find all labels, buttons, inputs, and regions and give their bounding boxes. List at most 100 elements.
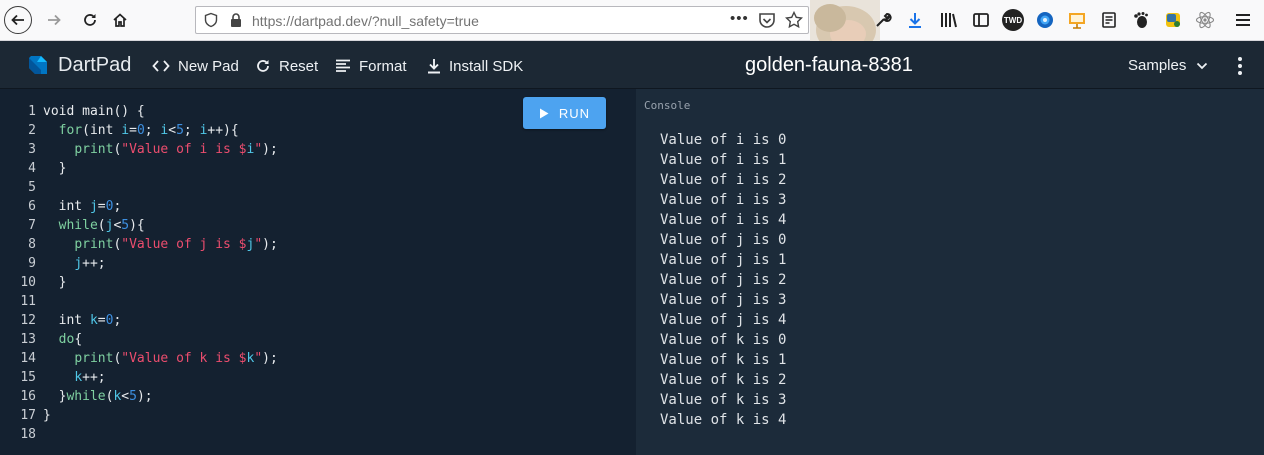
- code-token: }: [43, 408, 51, 423]
- install-sdk-button[interactable]: Install SDK: [427, 56, 523, 76]
- code-token: k: [74, 370, 83, 385]
- code-token: int: [43, 199, 90, 214]
- code-line[interactable]: 7 while(j<5){: [0, 216, 636, 235]
- new-pad-button[interactable]: New Pad: [152, 56, 239, 76]
- code-token: 0: [136, 123, 145, 138]
- code-line[interactable]: 2 for(int i=0; i<5; i++){: [0, 121, 636, 140]
- code-text: k++;: [43, 368, 105, 387]
- code-token: =: [129, 123, 137, 138]
- twd-extension-icon[interactable]: TWD: [1002, 9, 1024, 31]
- browser-theme-image: [810, 0, 880, 41]
- shield-icon[interactable]: [203, 12, 219, 33]
- hamburger-menu-icon[interactable]: [1232, 9, 1254, 31]
- home-button[interactable]: [106, 6, 134, 34]
- code-line[interactable]: 3 print("Value of i is $i");: [0, 140, 636, 159]
- code-token: "Value of i is $: [121, 142, 247, 157]
- code-line[interactable]: 16 }while(k<5);: [0, 387, 636, 406]
- react-devtools-icon[interactable]: [1194, 9, 1216, 31]
- python-extension-icon[interactable]: [1162, 9, 1184, 31]
- globe-extension-icon[interactable]: [1034, 9, 1056, 31]
- code-line[interactable]: 12 int k=0;: [0, 311, 636, 330]
- code-editor[interactable]: RUN 1 void main() {2 for(int i=0; i<5; i+…: [0, 89, 636, 455]
- gnome-foot-icon[interactable]: [1130, 9, 1152, 31]
- console-output-line: Value of j is 1: [660, 252, 787, 268]
- code-text: for(int i=0; i<5; i++){: [43, 121, 239, 140]
- code-token: ;: [113, 313, 122, 328]
- code-token: j: [74, 256, 83, 271]
- code-line[interactable]: 17}: [0, 406, 636, 425]
- format-button[interactable]: Format: [335, 56, 407, 76]
- code-token: "Value of k is $: [121, 351, 247, 366]
- code-line[interactable]: 15 k++;: [0, 368, 636, 387]
- reload-button[interactable]: [76, 6, 104, 34]
- console-output-line: Value of i is 2: [660, 172, 787, 188]
- code-line[interactable]: 9 j++;: [0, 254, 636, 273]
- code-line[interactable]: 1 void main() {: [0, 102, 636, 121]
- line-number: 12: [20, 313, 36, 328]
- code-token: 5: [176, 123, 184, 138]
- code-line[interactable]: 8 print("Value of j is $j");: [0, 235, 636, 254]
- code-text: print("Value of i is $i");: [43, 140, 278, 159]
- code-text: while(j<5){: [43, 216, 145, 235]
- code-line[interactable]: 10 }: [0, 273, 636, 292]
- code-brackets-icon: [152, 60, 170, 72]
- download-icon[interactable]: [904, 9, 926, 31]
- notes-icon[interactable]: [1098, 9, 1120, 31]
- console-output-line: Value of k is 3: [660, 392, 787, 408]
- code-token: for: [58, 123, 83, 138]
- more-vert-icon[interactable]: [1232, 55, 1248, 77]
- console-output-line: Value of k is 1: [660, 352, 787, 368]
- code-text: }: [43, 159, 67, 178]
- back-button[interactable]: [4, 6, 32, 34]
- forward-button[interactable]: [40, 6, 68, 34]
- arrow-right-icon: [48, 14, 61, 26]
- format-label: Format: [359, 57, 407, 75]
- console-title: Console: [644, 99, 691, 112]
- line-number: 10: [20, 275, 36, 290]
- pocket-icon[interactable]: [758, 12, 776, 34]
- code-token: }: [43, 161, 67, 176]
- arrow-left-icon: [11, 14, 24, 26]
- lock-icon[interactable]: [229, 12, 243, 33]
- code-line[interactable]: 13 do{: [0, 330, 636, 349]
- library-icon[interactable]: [938, 9, 960, 31]
- bookmark-star-icon[interactable]: [784, 10, 804, 34]
- pad-title: golden-fauna-8381: [745, 54, 913, 76]
- code-token: );: [262, 351, 278, 366]
- code-token: );: [262, 237, 278, 252]
- code-token: (int: [82, 123, 122, 138]
- code-line[interactable]: 18: [0, 425, 636, 444]
- code-token: );: [262, 142, 278, 157]
- line-number: 14: [20, 351, 36, 366]
- code-token: j: [89, 199, 98, 214]
- browser-toolbar: https://dartpad.dev/?null_safety=true ••…: [0, 0, 1264, 41]
- wrench-icon[interactable]: [872, 9, 894, 31]
- console-output-line: Value of i is 0: [660, 132, 787, 148]
- code-token: void main() {: [43, 104, 145, 119]
- code-line[interactable]: 14 print("Value of k is $k");: [0, 349, 636, 368]
- code-line[interactable]: 4 }: [0, 159, 636, 178]
- url-text[interactable]: https://dartpad.dev/?null_safety=true: [252, 13, 479, 29]
- sidebar-icon[interactable]: [970, 9, 992, 31]
- code-token: ;: [183, 123, 200, 138]
- console-output-line: Value of j is 4: [660, 312, 787, 328]
- console-output-line: Value of k is 2: [660, 372, 787, 388]
- install-sdk-label: Install SDK: [449, 57, 524, 75]
- samples-dropdown[interactable]: Samples: [1128, 57, 1208, 74]
- reset-button[interactable]: Reset: [255, 56, 318, 76]
- code-line[interactable]: 11: [0, 292, 636, 311]
- code-line[interactable]: 5: [0, 178, 636, 197]
- page-actions-button[interactable]: •••: [730, 10, 749, 27]
- url-bar[interactable]: https://dartpad.dev/?null_safety=true ••…: [195, 6, 809, 34]
- code-line[interactable]: 6 int j=0;: [0, 197, 636, 216]
- line-number: 18: [20, 427, 36, 442]
- line-number: 1: [28, 104, 36, 119]
- presentation-icon[interactable]: [1066, 9, 1088, 31]
- code-text: do{: [43, 330, 82, 349]
- code-token: ;: [144, 123, 161, 138]
